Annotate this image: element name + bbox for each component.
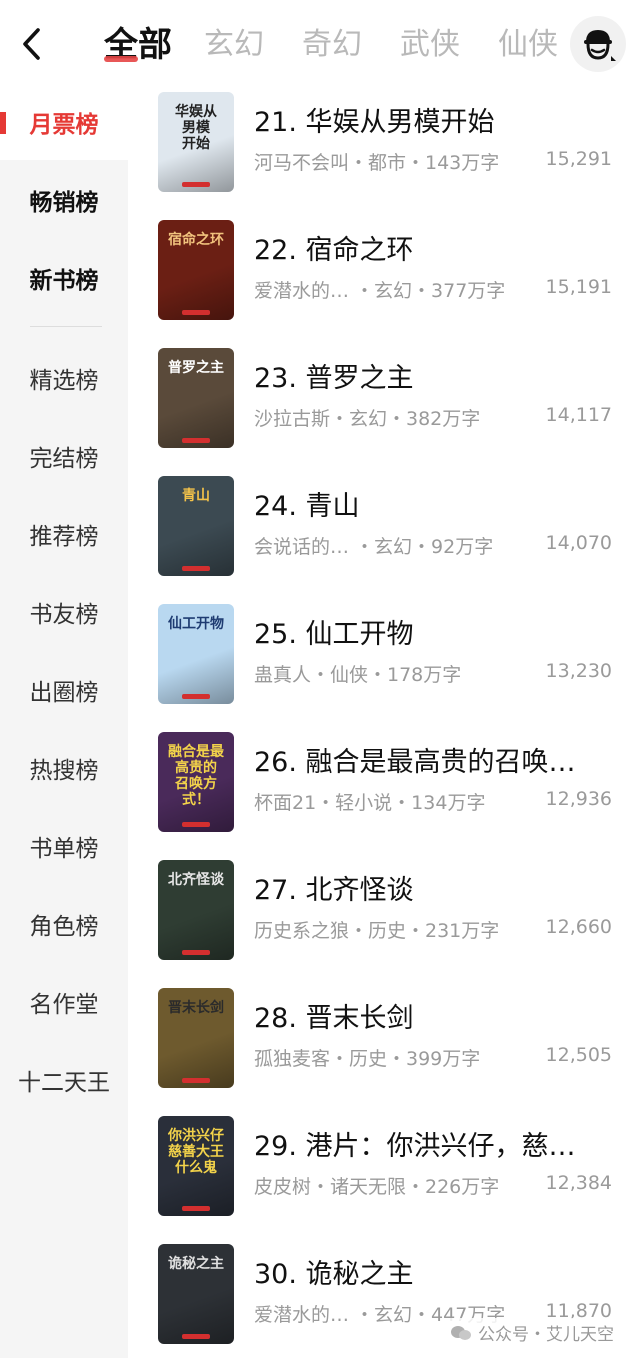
book-title[interactable]: 28. 晋末长剑 — [254, 996, 414, 1035]
sidebar-item-selected[interactable]: 精选榜 — [0, 348, 128, 408]
publisher-logo — [182, 1334, 210, 1339]
book-title[interactable]: 24. 青山 — [254, 484, 360, 523]
back-button[interactable] — [14, 24, 50, 64]
book-meta: 蛊真人・仙侠・178万字 — [254, 664, 462, 686]
book-row[interactable]: 你洪兴仔 慈善大王什么鬼 29. 港片：你洪兴仔，慈… 皮皮树・诸天无限・226万字… — [128, 1112, 640, 1240]
publisher-logo — [182, 310, 210, 315]
book-row[interactable]: 青山 24. 青山会说话的… ・玄幻・92万字 14,070 — [128, 472, 640, 600]
book-row[interactable]: 融合是最高贵的 召唤方式！ 26. 融合是最高贵的召唤… 杯面21・轻小说・134万… — [128, 728, 640, 856]
sidebar-item-completed[interactable]: 完结榜 — [0, 426, 128, 486]
user-avatar-icon — [584, 30, 616, 61]
book-cover[interactable]: 诡秘之主 — [158, 1244, 234, 1344]
book-cover[interactable]: 你洪兴仔 慈善大王什么鬼 — [158, 1116, 234, 1216]
book-title[interactable]: 30. 诡秘之主 — [254, 1252, 414, 1291]
tab-xianxia[interactable]: 仙侠 — [498, 22, 558, 68]
sidebar-item-twelve-kings[interactable]: 十二天王 — [0, 1050, 128, 1110]
book-cover[interactable]: 普罗之主 — [158, 348, 234, 448]
publisher-logo — [182, 566, 210, 571]
sidebar-item-breakout[interactable]: 出圈榜 — [0, 660, 128, 720]
ticket-count: 14,070 — [545, 532, 612, 554]
book-row[interactable]: 仙工开物 25. 仙工开物蛊真人・仙侠・178万字 13,230 — [128, 600, 640, 728]
ticket-count: 13,230 — [545, 660, 612, 682]
sidebar-item-characters[interactable]: 角色榜 — [0, 894, 128, 954]
publisher-logo — [182, 822, 210, 827]
book-cover[interactable]: 北齐怪谈 — [158, 860, 234, 960]
book-meta: 会说话的… ・玄幻・92万字 — [254, 536, 494, 558]
tab-wuxia[interactable]: 武侠 — [400, 22, 460, 68]
tab-qihuan[interactable]: 奇幻 — [302, 22, 362, 68]
book-title[interactable]: 22. 宿命之环 — [254, 228, 414, 267]
ticket-count: 14,117 — [545, 404, 612, 426]
book-meta: 河马不会叫・都市・143万字 — [254, 152, 500, 174]
publisher-logo — [182, 694, 210, 699]
book-cover-title: 普罗之主 — [168, 360, 224, 376]
ranking-sidebar: 月票榜 畅销榜 新书榜 精选榜 完结榜 推荐榜 书友榜 出圈榜 热搜榜 书单榜 … — [0, 88, 128, 1358]
watermark: 公众号・艾儿天空 — [444, 1318, 620, 1347]
book-title[interactable]: 21. 华娱从男模开始 — [254, 100, 495, 139]
sidebar-item-hot-search[interactable]: 热搜榜 — [0, 738, 128, 798]
ticket-count: 12,505 — [545, 1044, 612, 1066]
ticket-count: 15,291 — [545, 148, 612, 170]
publisher-logo — [182, 182, 210, 187]
book-cover-title: 融合是最高贵的 召唤方式！ — [168, 744, 224, 808]
book-row[interactable]: 北齐怪谈 27. 北齐怪谈历史系之狼・历史・231万字 12,660 — [128, 856, 640, 984]
book-cover-title: 你洪兴仔 慈善大王什么鬼 — [168, 1128, 224, 1176]
tab-xuanhuan[interactable]: 玄幻 — [204, 22, 264, 68]
book-title[interactable]: 26. 融合是最高贵的召唤… — [254, 740, 576, 779]
watermark-text: 公众号・艾儿天空 — [478, 1325, 614, 1345]
book-row[interactable]: 晋末长剑 28. 晋末长剑孤独麦客・历史・399万字 12,505 — [128, 984, 640, 1112]
book-cover-title: 青山 — [182, 488, 210, 504]
book-cover-title: 华娱从 男模 开始 — [175, 104, 217, 152]
book-cover-title: 仙工开物 — [168, 616, 224, 632]
book-row[interactable]: 普罗之主 23. 普罗之主沙拉古斯・玄幻・382万字 14,117 — [128, 344, 640, 472]
sidebar-item-booklist[interactable]: 书单榜 — [0, 816, 128, 876]
book-meta: 沙拉古斯・玄幻・382万字 — [254, 408, 481, 430]
chevron-left-icon — [23, 28, 40, 60]
book-cover-title: 北齐怪谈 — [168, 872, 224, 888]
tab-all[interactable]: 全部 — [104, 22, 172, 68]
book-title[interactable]: 29. 港片：你洪兴仔，慈… — [254, 1124, 576, 1163]
publisher-logo — [182, 1078, 210, 1083]
book-cover-title: 晋末长剑 — [168, 1000, 224, 1016]
book-cover-title: 诡秘之主 — [168, 1256, 224, 1272]
book-cover[interactable]: 宿命之环 — [158, 220, 234, 320]
sidebar-item-bestseller[interactable]: 畅销榜 — [0, 170, 128, 230]
sidebar-item-recommended[interactable]: 推荐榜 — [0, 504, 128, 564]
sidebar-item-readers[interactable]: 书友榜 — [0, 582, 128, 642]
book-title[interactable]: 25. 仙工开物 — [254, 612, 414, 651]
book-cover[interactable]: 仙工开物 — [158, 604, 234, 704]
book-cover[interactable]: 华娱从 男模 开始 — [158, 92, 234, 192]
avatar-button[interactable] — [570, 16, 626, 72]
wechat-icon — [451, 1325, 471, 1340]
publisher-logo — [182, 950, 210, 955]
book-cover[interactable]: 晋末长剑 — [158, 988, 234, 1088]
publisher-logo — [182, 438, 210, 443]
publisher-logo — [182, 1206, 210, 1211]
book-cover[interactable]: 融合是最高贵的 召唤方式！ — [158, 732, 234, 832]
sidebar-item-monthly-ticket[interactable]: 月票榜 — [0, 92, 128, 152]
book-cover[interactable]: 青山 — [158, 476, 234, 576]
ticket-count: 12,660 — [545, 916, 612, 938]
ticket-count: 12,936 — [545, 788, 612, 810]
ticket-count: 15,191 — [545, 276, 612, 298]
book-meta: 孤独麦客・历史・399万字 — [254, 1048, 481, 1070]
book-cover-title: 宿命之环 — [168, 232, 224, 248]
active-indicator — [0, 112, 6, 134]
sidebar-item-hall-of-fame[interactable]: 名作堂 — [0, 972, 128, 1032]
book-title[interactable]: 23. 普罗之主 — [254, 356, 414, 395]
ticket-count: 12,384 — [545, 1172, 612, 1194]
top-bar: 全部 玄幻 奇幻 武侠 仙侠 — [0, 0, 640, 88]
active-tab-indicator — [104, 56, 138, 62]
book-meta: 爱潜水的… ・玄幻・377万字 — [254, 280, 506, 302]
sidebar-divider — [30, 326, 102, 327]
book-meta: 皮皮树・诸天无限・226万字 — [254, 1176, 500, 1198]
book-row[interactable]: 宿命之环 22. 宿命之环爱潜水的… ・玄幻・377万字 15,191 — [128, 216, 640, 344]
category-tabs: 全部 玄幻 奇幻 武侠 仙侠 — [104, 18, 596, 68]
book-row[interactable]: 华娱从 男模 开始 21. 华娱从男模开始河马不会叫・都市・143万字 15,291 — [128, 88, 640, 216]
book-meta: 历史系之狼・历史・231万字 — [254, 920, 500, 942]
book-meta: 杯面21・轻小说・134万字 — [254, 792, 486, 814]
sidebar-item-new-books[interactable]: 新书榜 — [0, 248, 128, 308]
book-title[interactable]: 27. 北齐怪谈 — [254, 868, 414, 907]
